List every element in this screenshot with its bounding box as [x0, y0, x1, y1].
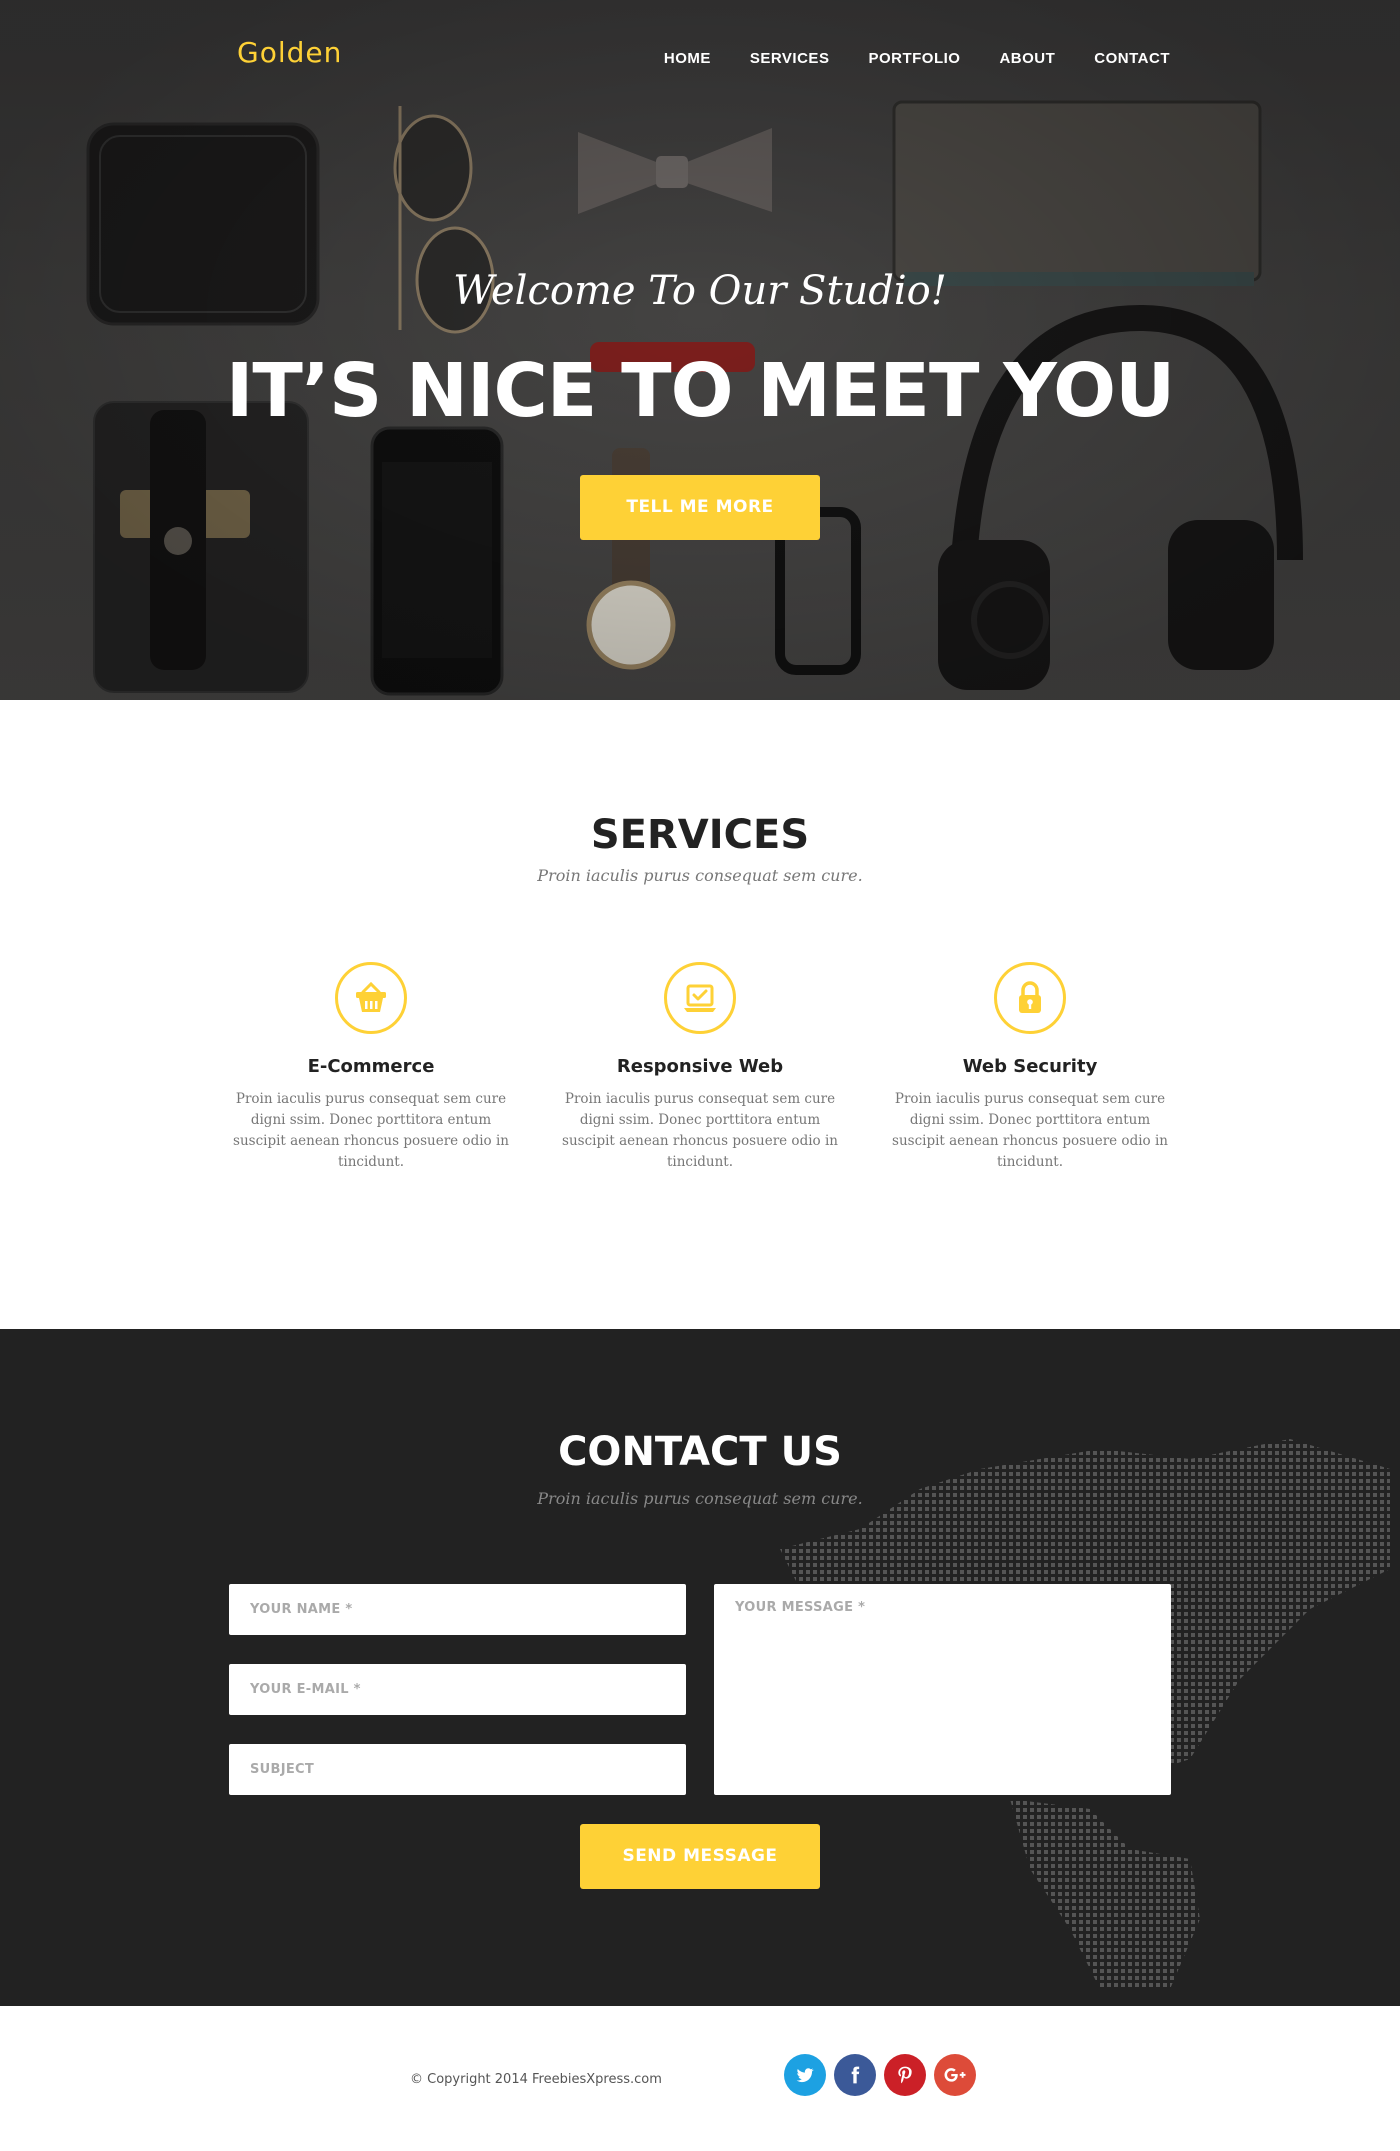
laptop-check-icon [664, 962, 736, 1034]
subject-field[interactable] [229, 1744, 686, 1795]
tell-me-more-button[interactable]: TELL ME MORE [580, 475, 820, 540]
facebook-icon[interactable] [834, 2054, 876, 2096]
basket-icon [335, 962, 407, 1034]
services-title: SERVICES [590, 812, 810, 858]
top-navigation: Golden HOME SERVICES PORTFOLIO ABOUT CON… [0, 0, 1400, 110]
footer: © Copyright 2014 FreebiesXpress.com [0, 2006, 1400, 2151]
nav-item-about[interactable]: ABOUT [999, 50, 1055, 67]
pinterest-icon[interactable] [884, 2054, 926, 2096]
nav-menu: HOME SERVICES PORTFOLIO ABOUT CONTACT [625, 50, 1170, 67]
service-card-responsive-web: Responsive Web Proin iaculis purus conse… [550, 962, 850, 1173]
service-card-web-security: Web Security Proin iaculis purus consequ… [880, 962, 1180, 1173]
brand-logo[interactable]: Golden [237, 36, 342, 69]
name-field[interactable] [229, 1584, 686, 1635]
service-card-ecommerce: E-Commerce Proin iaculis purus consequat… [221, 962, 521, 1173]
hero-headline: IT’S NICE TO MEET YOU [225, 348, 1175, 434]
hero-welcome-text: Welcome To Our Studio! [453, 268, 947, 314]
social-links [784, 2054, 984, 2096]
hero-section: Golden HOME SERVICES PORTFOLIO ABOUT CON… [0, 0, 1400, 700]
contact-section: CONTACT US Proin iaculis purus consequat… [0, 1329, 1400, 2006]
contact-subtitle: Proin iaculis purus consequat sem cure. [537, 1489, 863, 1508]
nav-item-services[interactable]: SERVICES [750, 50, 830, 67]
nav-item-home[interactable]: HOME [664, 50, 711, 67]
twitter-icon[interactable] [784, 2054, 826, 2096]
service-description: Proin iaculis purus consequat sem cure d… [892, 1091, 1168, 1170]
email-field[interactable] [229, 1664, 686, 1715]
copyright-text: © Copyright 2014 FreebiesXpress.com [410, 2072, 662, 2087]
contact-title: CONTACT US [558, 1429, 842, 1475]
send-message-button[interactable]: SEND MESSAGE [580, 1824, 820, 1889]
google-plus-icon[interactable] [934, 2054, 976, 2096]
service-title: Responsive Web [616, 1056, 784, 1077]
services-subtitle: Proin iaculis purus consequat sem cure. [537, 866, 863, 885]
service-title: Web Security [962, 1056, 1098, 1077]
nav-item-portfolio[interactable]: PORTFOLIO [868, 50, 960, 67]
message-field[interactable] [714, 1584, 1171, 1795]
nav-item-contact[interactable]: CONTACT [1094, 50, 1170, 67]
service-description: Proin iaculis purus consequat sem cure d… [233, 1091, 509, 1170]
lock-icon [994, 962, 1066, 1034]
service-description: Proin iaculis purus consequat sem cure d… [562, 1091, 838, 1170]
service-title: E-Commerce [307, 1056, 435, 1077]
